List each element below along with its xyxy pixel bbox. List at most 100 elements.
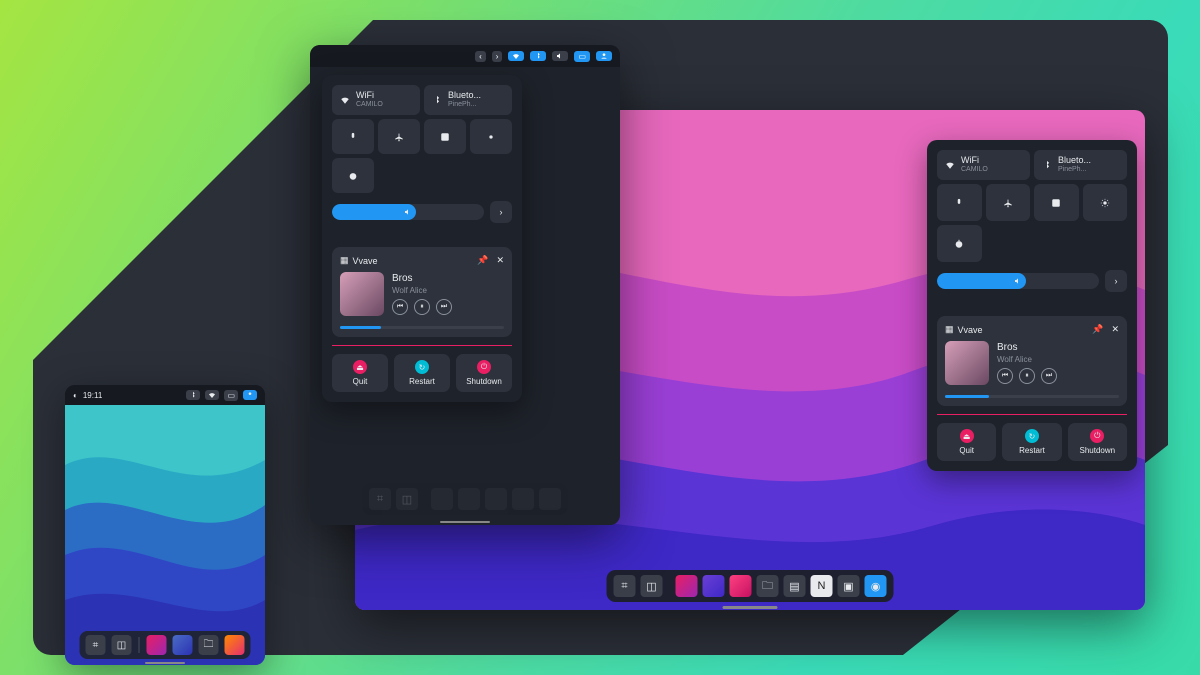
dock-app[interactable] (458, 488, 480, 510)
play-pause-button[interactable]: ⏸ (1019, 368, 1035, 384)
media-progress-slider[interactable] (340, 326, 504, 329)
album-art (340, 272, 384, 316)
track-title: Bros (997, 342, 1057, 353)
dock-launcher[interactable]: ⌗ (86, 635, 106, 655)
media-close-button[interactable]: ✕ (496, 255, 504, 266)
dock-app-3[interactable] (225, 635, 245, 655)
dock-overview[interactable]: ◫ (112, 635, 132, 655)
phone-device: ◐ 19:11 ▭ ⌗ ◫ 🗀 (65, 385, 265, 665)
wifi-label: WiFi (961, 156, 988, 166)
quit-button[interactable]: ⏏ Quit (332, 354, 388, 392)
wifi-status-chip[interactable] (508, 51, 524, 61)
phone-dock: ⌗ ◫ 🗀 (80, 631, 251, 659)
volume-icon (1014, 277, 1022, 285)
media-card: ▦ Vvave 📌 ✕ Bros Wolf Alice ⏮ ⏸ ⏭ (937, 316, 1127, 406)
dock-app[interactable] (485, 488, 507, 510)
media-pin-button[interactable]: 📌 (477, 255, 488, 266)
media-close-button[interactable]: ✕ (1111, 324, 1119, 335)
track-title: Bros (392, 273, 452, 284)
brightness-toggle[interactable] (1083, 184, 1128, 221)
restart-label: Restart (409, 377, 435, 386)
display-status-chip[interactable]: ▭ (574, 51, 590, 62)
power-row: ⏏ Quit ↻ Restart ⏻ Shutdown (937, 414, 1127, 461)
dock-app-3[interactable] (730, 575, 752, 597)
screenshot-toggle[interactable] (1034, 184, 1079, 221)
media-app-icon: ▦ (945, 324, 954, 335)
restart-button[interactable]: ↻ Restart (1002, 423, 1061, 461)
brightness-toggle[interactable] (470, 119, 512, 154)
phone-home-indicator[interactable] (145, 662, 185, 664)
track-artist: Wolf Alice (997, 355, 1057, 364)
dock-overview[interactable]: ◫ (641, 575, 663, 597)
prev-button[interactable]: ⏮ (997, 368, 1013, 384)
phone-wallpaper (65, 405, 265, 665)
media-app-name: Vvave (353, 256, 378, 266)
user-icon[interactable] (243, 390, 257, 400)
restart-button[interactable]: ↻ Restart (394, 354, 450, 392)
shutdown-button[interactable]: ⏻ Shutdown (1068, 423, 1127, 461)
wifi-ssid: CAMILO (356, 101, 383, 109)
media-pin-button[interactable]: 📌 (1092, 324, 1103, 335)
dock-app-1[interactable] (147, 635, 167, 655)
bluetooth-label: Blueto... (1058, 156, 1091, 166)
volume-status-chip[interactable] (552, 51, 568, 61)
tablet-home-indicator[interactable] (440, 521, 490, 523)
bluetooth-icon[interactable] (186, 390, 200, 400)
mic-toggle[interactable] (937, 184, 982, 221)
dock-app-2[interactable] (173, 635, 193, 655)
shutdown-button[interactable]: ⏻ Shutdown (456, 354, 512, 392)
airplane-toggle[interactable] (378, 119, 420, 154)
shutdown-label: Shutdown (1080, 446, 1116, 455)
dock-app[interactable] (512, 488, 534, 510)
bluetooth-toggle[interactable]: Blueto... PinePh... (1034, 150, 1127, 180)
timer-toggle[interactable] (332, 158, 374, 193)
dock-launcher[interactable]: ⌗ (369, 488, 391, 510)
dock-terminal[interactable]: ▣ (838, 575, 860, 597)
bluetooth-device: PinePh... (448, 101, 481, 109)
dock-app-1[interactable] (676, 575, 698, 597)
wifi-icon[interactable] (205, 390, 219, 400)
dock-notes[interactable]: N (811, 575, 833, 597)
media-progress-slider[interactable] (945, 395, 1119, 398)
bluetooth-icon (1042, 160, 1052, 170)
screenshot-toggle[interactable] (424, 119, 466, 154)
dock-launcher[interactable]: ⌗ (614, 575, 636, 597)
next-button[interactable]: ⏭ (436, 299, 452, 315)
quicksettings-drawer-desktop: WiFi CAMILO Blueto... PinePh... › (927, 140, 1137, 471)
shield-icon: ◐ (73, 391, 78, 400)
display-icon[interactable]: ▭ (224, 390, 238, 401)
album-art (945, 341, 989, 385)
dock-app[interactable] (431, 488, 453, 510)
volume-expand-button[interactable]: › (1105, 270, 1127, 292)
desktop-home-indicator[interactable] (723, 606, 778, 609)
wifi-icon (945, 160, 955, 170)
volume-expand-button[interactable]: › (490, 201, 512, 223)
dock-files[interactable]: 🗀 (199, 635, 219, 655)
quit-button[interactable]: ⏏ Quit (937, 423, 996, 461)
next-button[interactable]: ⏭ (1041, 368, 1057, 384)
dock-files[interactable]: 🗀 (757, 575, 779, 597)
dock-app-5[interactable]: ◉ (865, 575, 887, 597)
arrow-left-icon[interactable]: ‹ (475, 51, 486, 62)
tablet-device: ‹ › ▭ WiFi CAMILO Blueto... PinePh... (310, 45, 620, 525)
timer-toggle[interactable] (937, 225, 982, 262)
track-artist: Wolf Alice (392, 286, 452, 295)
bluetooth-status-chip[interactable] (530, 51, 546, 61)
bluetooth-icon (432, 95, 442, 105)
dock-app[interactable] (539, 488, 561, 510)
bluetooth-toggle[interactable]: Blueto... PinePh... (424, 85, 512, 115)
play-pause-button[interactable]: ⏸ (414, 299, 430, 315)
volume-slider[interactable] (332, 204, 484, 220)
airplane-toggle[interactable] (986, 184, 1031, 221)
wifi-toggle[interactable]: WiFi CAMILO (937, 150, 1030, 180)
user-status-chip[interactable] (596, 51, 612, 61)
arrow-right-icon[interactable]: › (492, 51, 503, 62)
wifi-toggle[interactable]: WiFi CAMILO (332, 85, 420, 115)
prev-button[interactable]: ⏮ (392, 299, 408, 315)
mic-toggle[interactable] (332, 119, 374, 154)
dock-app-2[interactable] (703, 575, 725, 597)
dock-app-4[interactable]: ▤ (784, 575, 806, 597)
bluetooth-device: PinePh... (1058, 166, 1091, 174)
dock-overview[interactable]: ◫ (396, 488, 418, 510)
volume-slider[interactable] (937, 273, 1099, 289)
